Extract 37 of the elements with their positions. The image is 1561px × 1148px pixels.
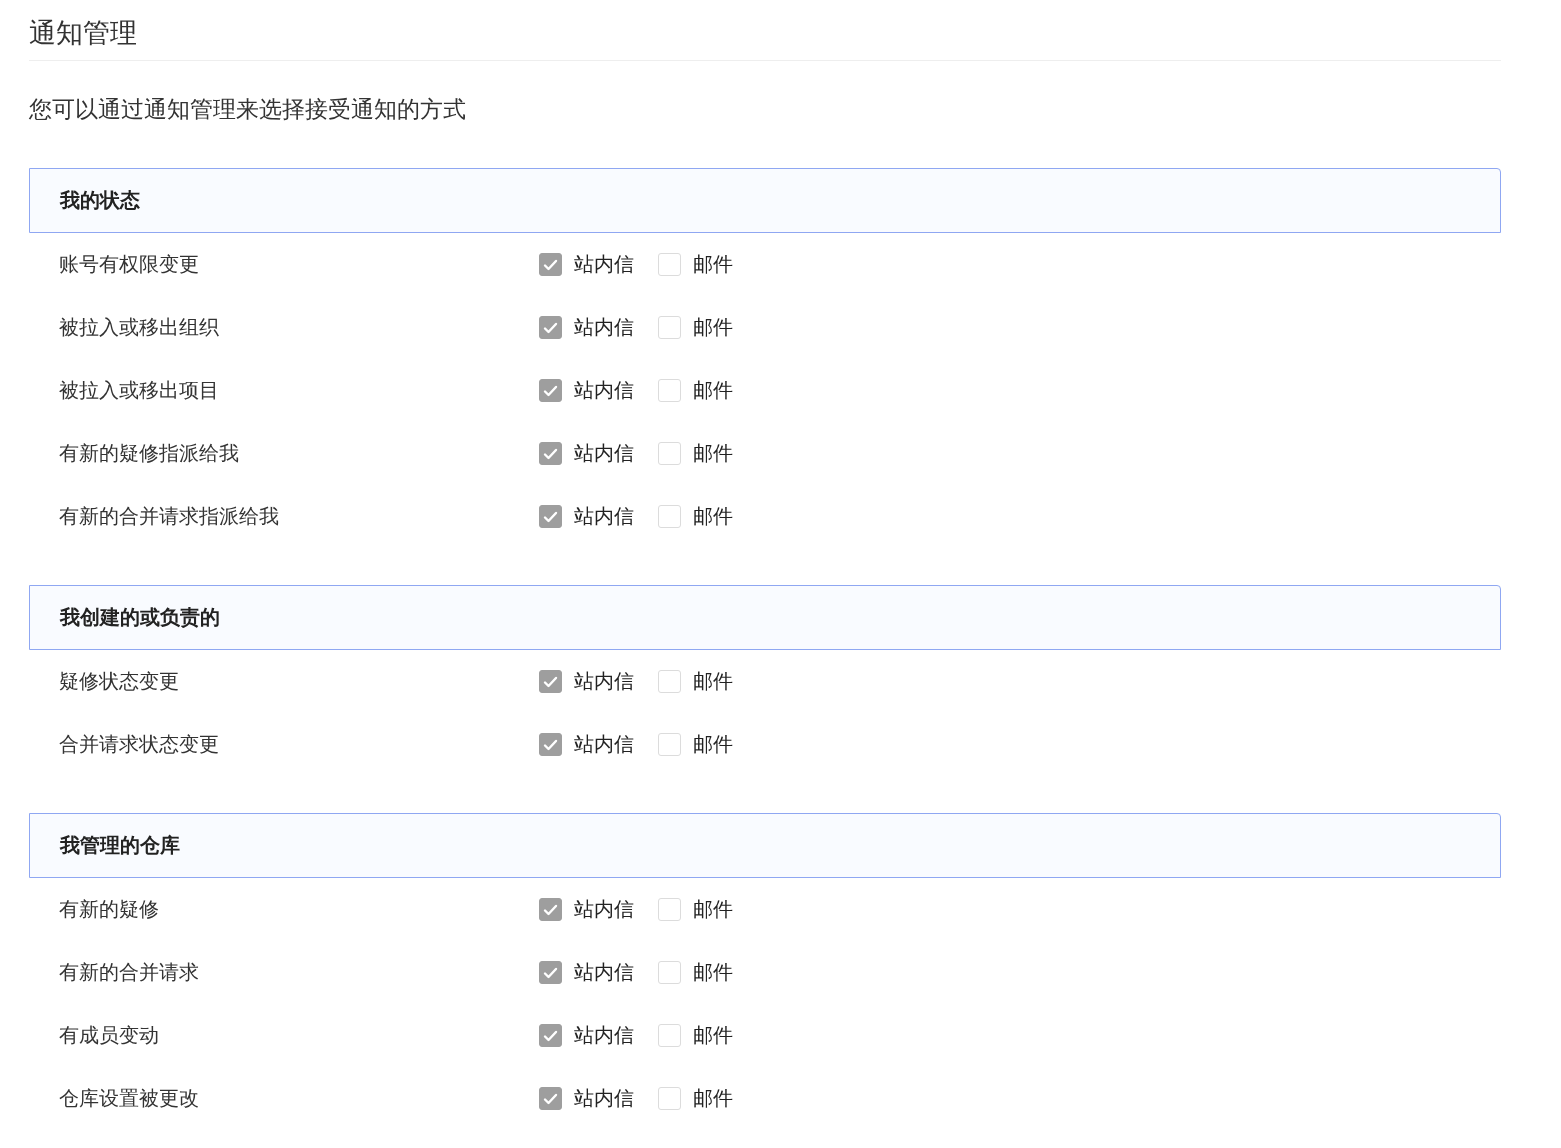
checkbox-label[interactable]: 邮件 <box>693 959 733 986</box>
check-icon <box>543 1029 558 1042</box>
setting-label: 被拉入或移出项目 <box>59 377 220 404</box>
page-description: 您可以通过通知管理来选择接受通知的方式 <box>29 95 466 124</box>
check-icon <box>543 675 558 688</box>
setting-label: 有新的合并请求 <box>59 959 200 986</box>
checkbox-label[interactable]: 邮件 <box>693 668 733 695</box>
setting-label: 有新的疑修指派给我 <box>59 440 240 467</box>
setting-label: 仓库设置被更改 <box>59 1085 200 1112</box>
section-title: 我的状态 <box>60 187 140 214</box>
check-icon <box>543 258 558 271</box>
check-icon <box>543 903 558 916</box>
setting-label: 账号有权限变更 <box>59 251 200 278</box>
setting-label: 被拉入或移出组织 <box>59 314 220 341</box>
check-icon <box>543 447 558 460</box>
check-icon <box>543 738 558 751</box>
section-title: 我创建的或负责的 <box>60 604 220 631</box>
setting-label: 有新的疑修 <box>59 896 160 923</box>
check-icon <box>543 966 558 979</box>
setting-label: 疑修状态变更 <box>59 668 180 695</box>
checkbox-label[interactable]: 邮件 <box>693 377 733 404</box>
check-icon <box>543 384 558 397</box>
checkbox-label[interactable]: 邮件 <box>693 440 733 467</box>
checkbox-label[interactable]: 邮件 <box>693 251 733 278</box>
check-icon <box>543 510 558 523</box>
checkbox-label[interactable]: 邮件 <box>693 1085 733 1112</box>
check-icon <box>543 321 558 334</box>
setting-label: 合并请求状态变更 <box>59 731 220 758</box>
checkbox-label[interactable]: 邮件 <box>693 731 733 758</box>
checkbox-label[interactable]: 邮件 <box>693 896 733 923</box>
setting-label: 有新的合并请求指派给我 <box>59 503 280 530</box>
checkbox-label[interactable]: 邮件 <box>693 314 733 341</box>
checkbox-label[interactable]: 邮件 <box>693 1022 733 1049</box>
check-icon <box>543 1092 558 1105</box>
setting-label: 有成员变动 <box>59 1022 160 1049</box>
checkbox-label[interactable]: 邮件 <box>693 503 733 530</box>
section-title: 我管理的仓库 <box>60 832 180 859</box>
